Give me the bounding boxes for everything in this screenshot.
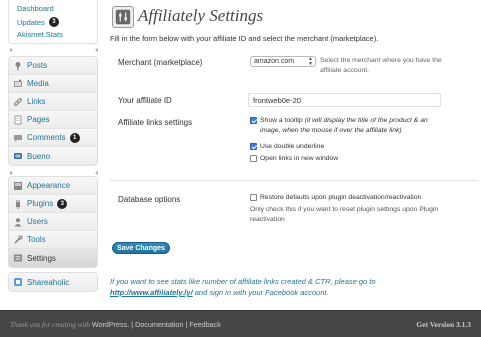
merchant-help-line: Select the merchant where you have the xyxy=(320,57,442,64)
pin-icon xyxy=(13,61,23,71)
tooltip-option[interactable]: Show a tooltip (it will display the titl… xyxy=(250,116,428,136)
settings-page: Affiliately Settings Fill in the form be… xyxy=(102,0,481,310)
shareaholic-icon xyxy=(13,277,23,287)
sidebar-item-label: Settings xyxy=(27,253,56,263)
bueno-icon xyxy=(13,151,23,161)
menu-group-extras: Shareaholic xyxy=(8,272,98,292)
database-help-line: reactivation xyxy=(250,216,285,223)
double-underline-text: Use double underline xyxy=(260,143,325,150)
page-title: Affiliately Settings xyxy=(138,6,264,25)
section-divider xyxy=(110,180,478,181)
double-underline-option[interactable]: Use double underline xyxy=(250,142,324,152)
sidebar-item-comments[interactable]: Comments 1 xyxy=(9,129,97,147)
sidebar-item-label: Appearance xyxy=(27,181,71,190)
submenu-item-updates[interactable]: Updates 3 xyxy=(17,17,59,27)
wordpress-link[interactable]: WordPress xyxy=(92,320,127,329)
sidebar-item-label: Bueno xyxy=(27,151,51,161)
footer-separator: . | xyxy=(127,320,136,329)
new-window-text: Open links in new window xyxy=(260,155,339,162)
merchant-selected-value: amazon.com xyxy=(254,58,295,65)
media-icon xyxy=(13,79,23,89)
double-underline-checkbox[interactable] xyxy=(250,143,257,150)
sidebar-item-shareaholic[interactable]: Shareaholic xyxy=(9,273,97,291)
sidebar-item-tools[interactable]: Tools xyxy=(9,231,97,249)
promo-text: and sign in with your Facebook account. xyxy=(192,288,329,297)
submenu-label: Updates xyxy=(17,17,45,27)
restore-defaults-text: Restore defaults upon plugin deactivatio… xyxy=(260,194,422,201)
merchant-label: Merchant (marketplace) xyxy=(118,58,203,67)
feedback-link[interactable]: Feedback xyxy=(189,320,221,329)
footer-thanks: Thank you for creating with xyxy=(10,321,92,329)
sidebar-item-media[interactable]: Media xyxy=(9,75,97,93)
page-intro: Fill in the form below with your affilia… xyxy=(110,34,379,43)
sidebar-item-pages[interactable]: Pages xyxy=(9,111,97,129)
affiliate-id-label: Your affiliate ID xyxy=(118,96,172,105)
promo-text: If you want to see stats like number of … xyxy=(110,277,376,286)
tooltip-note: (it will display the title of the produc… xyxy=(304,117,428,124)
submenu-item-akismet-stats[interactable]: Akismet Stats xyxy=(17,30,63,39)
merchant-select[interactable]: amazon.com ▲ ▼ xyxy=(250,56,316,67)
sidebar-item-label: Pages xyxy=(27,115,50,124)
tooltip-text: Show a tooltip xyxy=(260,117,305,124)
new-window-checkbox[interactable] xyxy=(250,155,257,162)
tools-icon xyxy=(13,235,23,245)
stats-promo: If you want to see stats like number of … xyxy=(110,276,435,298)
users-icon xyxy=(13,217,23,227)
settings-page-icon xyxy=(112,6,134,28)
documentation-link[interactable]: Documentation xyxy=(135,320,183,329)
database-help: Only check this if you want to reset plu… xyxy=(250,205,438,225)
admin-footer: Thank you for creating with WordPress. |… xyxy=(0,310,481,337)
sidebar-item-appearance[interactable]: Appearance xyxy=(9,177,97,195)
tooltip-checkbox[interactable] xyxy=(250,117,257,124)
database-options-label: Database options xyxy=(118,195,181,204)
database-help-line: Only check this if you want to reset plu… xyxy=(250,206,439,213)
sidebar-item-label: Comments xyxy=(27,133,66,142)
tooltip-note: image, when the mouse if over the affili… xyxy=(260,127,402,134)
sidebar-item-label: Media xyxy=(27,79,49,88)
menu-group-content: Posts Media Links Pages Comments 1 Bueno xyxy=(8,56,98,166)
settings-icon xyxy=(13,253,23,263)
appearance-icon xyxy=(13,181,23,191)
sidebar-item-label: Links xyxy=(27,97,46,106)
save-changes-button[interactable]: Save Changes xyxy=(112,242,170,254)
sidebar-item-plugins[interactable]: Plugins 3 xyxy=(9,195,97,213)
links-settings-label: Affiliate links settings xyxy=(118,118,193,127)
submenu-label: Dashboard xyxy=(17,4,54,13)
sidebar-item-bueno[interactable]: Bueno xyxy=(9,147,97,165)
get-version-link[interactable]: Get Version 3.1.3 xyxy=(416,320,471,329)
link-icon xyxy=(13,97,23,107)
sidebar-item-label: Posts xyxy=(27,61,48,70)
comment-icon xyxy=(13,133,23,143)
sidebar-item-posts[interactable]: Posts xyxy=(9,57,97,75)
restore-defaults-option[interactable]: Restore defaults upon plugin deactivatio… xyxy=(250,193,421,203)
page-icon xyxy=(13,115,23,125)
admin-sidebar: Dashboard Updates 3 Akismet Stats Posts … xyxy=(0,0,102,310)
updates-count-badge: 3 xyxy=(48,17,59,27)
footer-credits: Thank you for creating with WordPress. |… xyxy=(10,320,221,329)
sidebar-item-label: Plugins xyxy=(27,199,54,208)
comments-count-badge: 1 xyxy=(69,132,80,143)
menu-separator[interactable] xyxy=(10,47,98,53)
tooltip-option-text: Show a tooltip (it will display the titl… xyxy=(260,116,428,136)
plugin-icon xyxy=(13,199,23,209)
sidebar-item-label: Shareaholic xyxy=(27,277,70,287)
submenu-label: Akismet Stats xyxy=(17,30,63,39)
menu-group-admin: Appearance Plugins 3 Users Tools Setting… xyxy=(8,176,98,268)
sidebar-item-settings[interactable]: Settings xyxy=(9,249,97,267)
sidebar-item-label: Tools xyxy=(27,235,46,244)
sidebar-item-users[interactable]: Users xyxy=(9,213,97,231)
sidebar-item-label: Users xyxy=(27,217,48,226)
affiliate-id-input[interactable]: frontweb0e-20 xyxy=(248,93,441,107)
select-arrows-icon: ▲ ▼ xyxy=(308,55,313,67)
restore-defaults-checkbox[interactable] xyxy=(250,194,257,201)
sidebar-item-links[interactable]: Links xyxy=(9,93,97,111)
affiliately-link[interactable]: http://www.affiliately.ly/ xyxy=(110,288,193,297)
dashboard-submenu: Dashboard Updates 3 Akismet Stats xyxy=(8,0,98,44)
merchant-help: Select the merchant where you have the a… xyxy=(320,56,442,76)
new-window-option[interactable]: Open links in new window xyxy=(250,154,338,164)
merchant-help-line: affiliate account. xyxy=(320,67,369,74)
plugins-count-badge: 3 xyxy=(57,198,68,209)
submenu-item-dashboard[interactable]: Dashboard xyxy=(17,4,54,13)
